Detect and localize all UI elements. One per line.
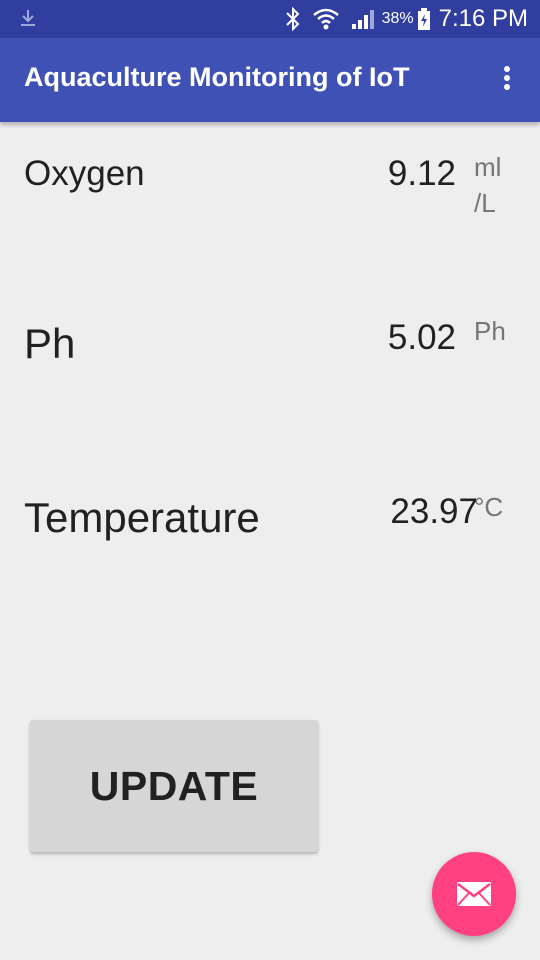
signal-icon [351, 10, 374, 29]
temperature-value: 23.97 [390, 492, 478, 531]
wifi-icon [312, 8, 339, 30]
app-title: Aquaculture Monitoring of IoT [24, 62, 410, 92]
download-icon [21, 10, 35, 26]
ph-value: 5.02 [387, 318, 456, 357]
battery-charging-icon [417, 8, 430, 30]
battery-percent: 38% [381, 10, 414, 27]
status-time: 7:16 PM [438, 5, 528, 32]
temperature-label: Temperature [24, 494, 260, 541]
more-vert-icon[interactable] [502, 66, 512, 94]
bluetooth-icon [285, 7, 299, 31]
mail-fab-button[interactable] [432, 852, 516, 936]
status-icons: 38% 7:16 PM [284, 0, 528, 38]
mail-icon [457, 882, 491, 906]
oxygen-label: Oxygen [24, 154, 145, 193]
ph-unit: Ph [474, 316, 506, 346]
reading-temperature: Temperature 23.97 °C [0, 480, 540, 580]
app-screen: 38% 7:16 PM Aquaculture Monitoring of Io… [0, 0, 540, 960]
status-bar: 38% 7:16 PM [0, 0, 540, 38]
update-button[interactable]: UPDATE [30, 720, 318, 852]
app-bar: Aquaculture Monitoring of IoT [0, 38, 540, 122]
oxygen-unit-line2: /L [474, 188, 496, 218]
oxygen-unit-line1: ml [474, 152, 502, 182]
oxygen-value: 9.12 [387, 154, 456, 193]
ph-label: Ph [24, 320, 76, 367]
reading-oxygen: Oxygen 9.12 ml /L [0, 140, 540, 250]
reading-ph: Ph 5.02 Ph [0, 300, 540, 400]
temperature-unit: °C [474, 492, 504, 522]
